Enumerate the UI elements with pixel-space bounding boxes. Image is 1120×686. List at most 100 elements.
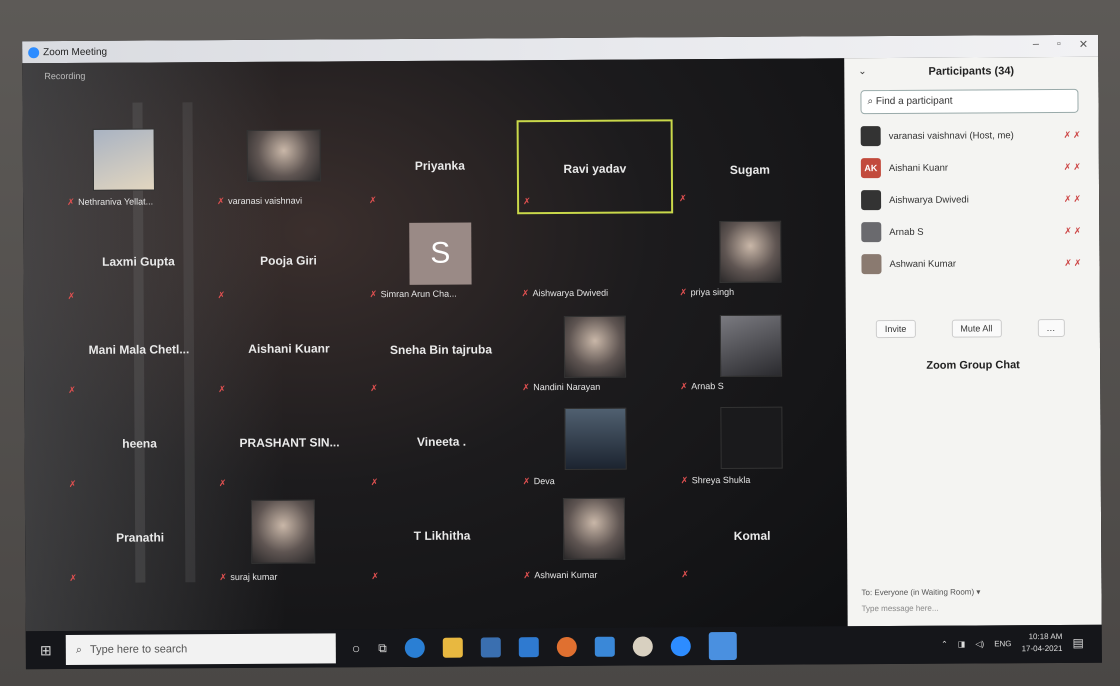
- participant-name: Mani Mala Chetl...: [88, 342, 190, 357]
- participant-label: priya singh: [690, 286, 735, 298]
- zoom-logo-icon: [28, 46, 40, 58]
- video-thumbnail: [562, 497, 626, 560]
- video-tile[interactable]: PRASHANT SIN... ✗: [214, 405, 365, 494]
- video-thumbnail: [250, 499, 316, 564]
- mic-muted-icon: ✗: [67, 196, 75, 208]
- video-tile[interactable]: Vineeta . ✗: [366, 404, 517, 493]
- mic-muted-icon: ✗: [218, 478, 227, 489]
- cortana-icon[interactable]: ○: [352, 640, 361, 656]
- participant-label: Aishwarya Dwivedi: [532, 287, 609, 299]
- app-icon[interactable]: [594, 636, 615, 657]
- video-tile[interactable]: ✗ Arnab S: [676, 308, 827, 397]
- video-tile[interactable]: ✗ Deva: [518, 403, 669, 492]
- video-tile[interactable]: ✗ suraj kumar: [215, 499, 366, 588]
- zoom-icon[interactable]: [670, 636, 691, 657]
- mic-muted-icon: ✗: [218, 384, 226, 395]
- clock[interactable]: 10:18 AM 17-04-2021: [1021, 631, 1063, 655]
- volume-icon[interactable]: ◁): [975, 639, 984, 648]
- mic-muted-icon: ✗: [370, 477, 379, 488]
- participant-row[interactable]: AK Aishani Kuanr ✗✗: [860, 153, 1083, 182]
- video-tile[interactable]: Aishani Kuanr ✗: [214, 311, 365, 400]
- video-tile[interactable]: S ✗ Simran Arun Cha...: [365, 216, 516, 305]
- video-tile[interactable]: Komal ✗: [677, 496, 828, 585]
- video-tile[interactable]: heena ✗: [64, 406, 215, 495]
- close-icon[interactable]: ✕: [1079, 38, 1088, 51]
- video-thumbnail: [246, 129, 321, 182]
- avatar: AK: [860, 158, 881, 179]
- edge-icon[interactable]: [404, 637, 425, 658]
- participant-label: Simran Arun Cha...: [380, 288, 457, 300]
- search-placeholder: Type here to search: [89, 643, 188, 656]
- video-tile[interactable]: T Likhitha ✗: [367, 498, 518, 587]
- video-thumbnail: [563, 315, 627, 378]
- mic-muted-icon: ✗: [68, 384, 76, 396]
- participant-name: T Likhitha: [413, 528, 471, 543]
- minimize-icon[interactable]: –: [1033, 38, 1039, 51]
- language-indicator[interactable]: ENG: [994, 639, 1011, 648]
- avatar: [860, 126, 881, 147]
- video-tile[interactable]: ✗ Shreya Shukla: [676, 402, 827, 491]
- invite-button[interactable]: Invite: [875, 319, 916, 339]
- participant-label: varanasi vaishnavi: [228, 195, 303, 207]
- chat-message-input[interactable]: Type message here...: [862, 604, 939, 613]
- participant-row[interactable]: Ashwani Kumar ✗✗: [861, 249, 1083, 278]
- store-icon[interactable]: [480, 637, 501, 658]
- window-title: Zoom Meeting: [43, 46, 108, 58]
- mic-muted-icon: ✗: [69, 572, 77, 584]
- participant-label: Ashwani Kumar: [534, 569, 598, 581]
- participant-label: Nandini Narayan: [533, 381, 601, 393]
- chat-recipient-select[interactable]: To: Everyone (in Waiting Room) ▾: [861, 587, 980, 597]
- mic-video-muted-icon: ✗✗: [1063, 193, 1084, 204]
- video-tile[interactable]: Sugam ✗: [675, 120, 826, 209]
- file-explorer-icon[interactable]: [442, 637, 463, 658]
- windows-start-icon[interactable]: ⊞: [26, 642, 66, 659]
- mic-muted-icon: ✗: [522, 476, 531, 487]
- participant-name: Laxmi Gupta: [102, 254, 175, 269]
- notification-icon[interactable]: ▤: [1072, 636, 1083, 650]
- video-tile[interactable]: ✗ Ashwani Kumar: [519, 497, 670, 586]
- video-tile[interactable]: Mani Mala Chetl... ✗: [64, 312, 215, 401]
- participant-name: PRASHANT SIN...: [239, 435, 340, 450]
- video-tile[interactable]: Priyanka ✗: [365, 122, 516, 211]
- video-tile[interactable]: ✗ Nethraniva Yellat...: [63, 124, 214, 213]
- firefox-icon[interactable]: [556, 636, 577, 658]
- video-tile-active-speaker[interactable]: Ravi yadav ✗: [516, 119, 674, 215]
- task-view-icon[interactable]: ⧉: [378, 641, 387, 656]
- participant-name: Aishani Kuanr: [248, 341, 330, 356]
- video-gallery: Recording ✗ Nethraniva Yellat... ✗ varanas…: [22, 58, 848, 632]
- chrome-icon[interactable]: [632, 636, 653, 657]
- video-tile[interactable]: Sneha Bin tajruba ✗: [366, 310, 517, 399]
- participant-row[interactable]: Arnab S ✗✗: [861, 217, 1083, 246]
- screen: Zoom Meeting – ▫ ✕ Recording ✗ Nethraniva…: [22, 34, 1102, 670]
- video-tile[interactable]: ✗ priya singh: [675, 214, 826, 303]
- participant-row[interactable]: varanasi vaishnavi (Host, me) ✗✗: [860, 121, 1083, 150]
- side-panel: ⌄ Participants (34) ⌕ Find a participant…: [844, 56, 1102, 627]
- video-tile[interactable]: Laxmi Gupta ✗: [63, 218, 214, 307]
- participant-row[interactable]: Aishwarya Dwivedi ✗✗: [861, 185, 1083, 214]
- participant-name: heena: [122, 436, 157, 451]
- mic-muted-icon: ✗: [217, 196, 225, 207]
- video-tile[interactable]: ✗ Aishwarya Dwivedi: [517, 215, 668, 304]
- zoom-meeting-icon[interactable]: [708, 631, 737, 661]
- mail-icon[interactable]: [518, 637, 539, 658]
- video-tile[interactable]: ✗ varanasi vaishnavi: [213, 123, 364, 212]
- avatar: [861, 190, 882, 211]
- participants-title: Participants (34): [928, 65, 1015, 78]
- network-icon[interactable]: ◨: [958, 639, 966, 648]
- video-tile[interactable]: Pranathi ✗: [65, 500, 216, 589]
- participant-name: Pooja Giri: [260, 253, 317, 268]
- video-thumbnail: [719, 220, 782, 284]
- taskbar: ⊞ ⌕ Type here to search ○ ⧉ ⌃ ◨ ◁) ENG 1…: [25, 624, 1102, 670]
- taskbar-apps: ○ ⧉: [352, 631, 737, 662]
- more-options-button[interactable]: …: [1037, 318, 1065, 338]
- mute-all-button[interactable]: Mute All: [951, 319, 1002, 338]
- chevron-up-icon[interactable]: ⌃: [941, 639, 948, 648]
- recording-indicator: Recording: [44, 70, 86, 82]
- video-tile[interactable]: ✗ Nandini Narayan: [518, 309, 669, 398]
- participant-search-input[interactable]: ⌕ Find a participant: [860, 88, 1079, 115]
- maximize-icon[interactable]: ▫: [1057, 38, 1061, 51]
- participant-name: Priyanka: [414, 158, 465, 173]
- taskbar-search-input[interactable]: ⌕ Type here to search: [65, 633, 336, 666]
- video-tile[interactable]: Pooja Giri ✗: [213, 217, 364, 306]
- participant-name: Sugam: [729, 162, 770, 177]
